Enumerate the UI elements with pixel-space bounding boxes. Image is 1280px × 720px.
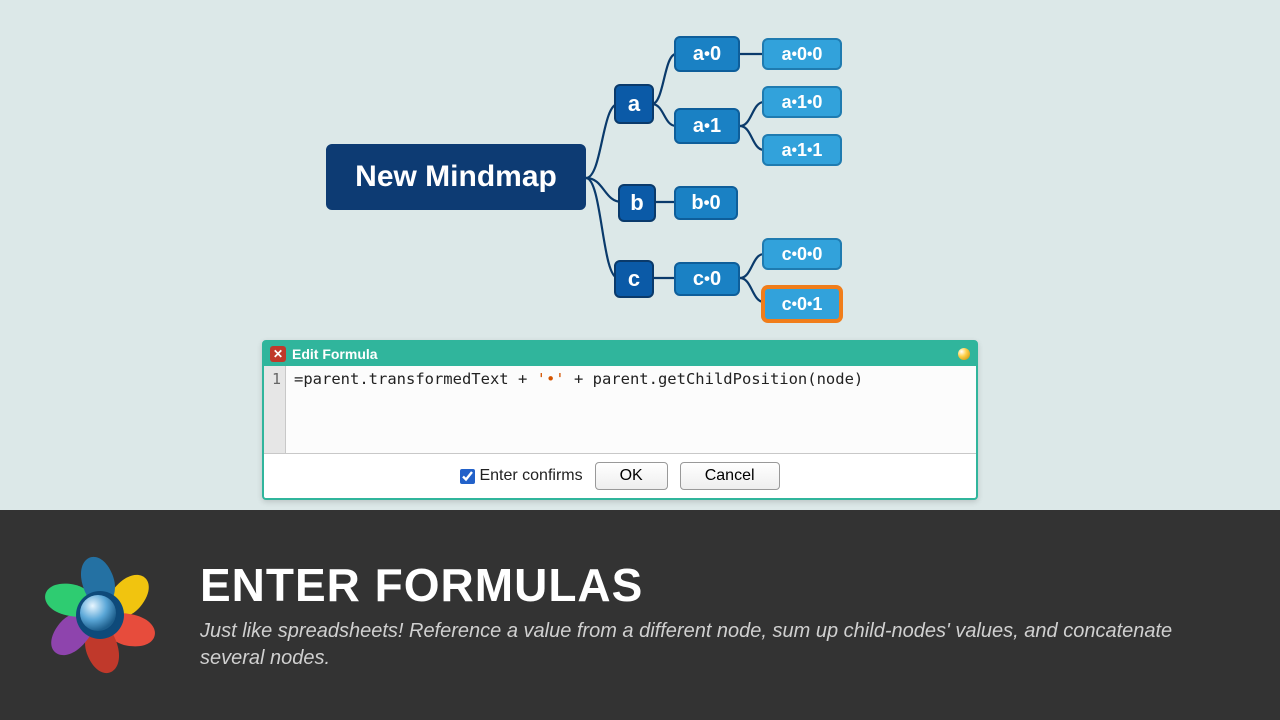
node-label: a•0•0 xyxy=(782,44,823,65)
formula-code[interactable]: =parent.transformedText + '•' + parent.g… xyxy=(286,366,871,453)
node-label: c•0•1 xyxy=(782,294,823,315)
node-a10[interactable]: a•1•0 xyxy=(762,86,842,118)
footer-body: Just like spreadsheets! Reference a valu… xyxy=(200,618,1180,672)
string-literal: '•' xyxy=(537,370,565,388)
mindmap-canvas: New Mindmap a b c a•0 a•1 b•0 c•0 a•0•0 … xyxy=(0,0,1280,510)
node-b0[interactable]: b•0 xyxy=(674,186,738,220)
node-label: a•1•0 xyxy=(782,92,823,113)
footer-heading: ENTER FORMULAS xyxy=(200,558,1180,612)
formula-editor[interactable]: 1 =parent.transformedText + '•' + parent… xyxy=(264,366,976,454)
dialog-title: Edit Formula xyxy=(292,346,378,362)
node-a11[interactable]: a•1•1 xyxy=(762,134,842,166)
line-gutter: 1 xyxy=(264,366,286,453)
node-root[interactable]: New Mindmap xyxy=(326,144,586,210)
node-a[interactable]: a xyxy=(614,84,654,124)
info-footer: ENTER FORMULAS Just like spreadsheets! R… xyxy=(0,510,1280,720)
node-a00[interactable]: a•0•0 xyxy=(762,38,842,70)
footer-text-block: ENTER FORMULAS Just like spreadsheets! R… xyxy=(200,558,1180,672)
node-label: a•1 xyxy=(693,115,721,138)
enter-confirms-input[interactable] xyxy=(460,469,475,484)
node-label: c•0 xyxy=(693,268,721,291)
enter-confirms-label: Enter confirms xyxy=(479,467,582,485)
titlebar-orb-icon xyxy=(958,348,970,360)
dialog-titlebar[interactable]: ✕ Edit Formula xyxy=(264,342,976,366)
formula-dialog: ✕ Edit Formula 1 =parent.transformedText… xyxy=(262,340,978,500)
node-label: b xyxy=(630,190,643,216)
node-label: a•1•1 xyxy=(782,140,823,161)
node-label: a•0 xyxy=(693,43,721,66)
close-icon[interactable]: ✕ xyxy=(270,346,286,362)
node-a1[interactable]: a•1 xyxy=(674,108,740,144)
node-a0[interactable]: a•0 xyxy=(674,36,740,72)
enter-confirms-checkbox[interactable]: Enter confirms xyxy=(460,467,582,485)
node-label: c xyxy=(628,266,640,292)
node-label: New Mindmap xyxy=(355,160,557,194)
ok-button[interactable]: OK xyxy=(595,462,668,490)
dialog-buttonbar: Enter confirms OK Cancel xyxy=(264,454,976,498)
line-number: 1 xyxy=(272,370,281,388)
node-c01[interactable]: c•0•1 xyxy=(762,286,842,322)
node-c0[interactable]: c•0 xyxy=(674,262,740,296)
app-logo xyxy=(30,545,170,685)
node-b[interactable]: b xyxy=(618,184,656,222)
node-label: a xyxy=(628,91,640,117)
node-c00[interactable]: c•0•0 xyxy=(762,238,842,270)
node-label: c•0•0 xyxy=(782,244,823,265)
cancel-button[interactable]: Cancel xyxy=(680,462,780,490)
node-label: b•0 xyxy=(691,192,720,215)
node-c[interactable]: c xyxy=(614,260,654,298)
